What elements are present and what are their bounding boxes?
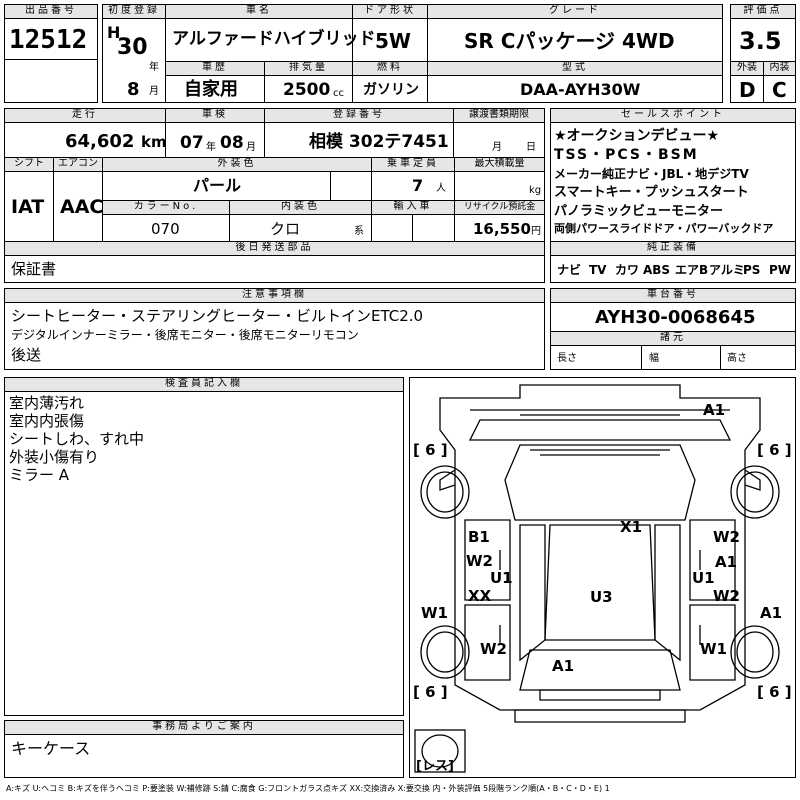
tire-tread-rear-left: [ 6 ] xyxy=(413,683,448,701)
damage-mark: XX xyxy=(468,587,492,605)
car-damage-diagram: [ 6 ] [ 6 ] [ 6 ] [ 6 ] [レス] A1 X1 B1 W2… xyxy=(413,384,792,774)
tire-tread-front-left: [ 6 ] xyxy=(413,441,448,459)
damage-mark: W1 xyxy=(421,604,448,622)
damage-mark: A1 xyxy=(552,657,574,675)
damage-mark: U1 xyxy=(692,569,715,587)
damage-marks: A1 X1 B1 W2 U1 XX W1 W2 A1 U3 W2 A1 U1 W… xyxy=(421,401,782,675)
spare-tire-label: [レス] xyxy=(416,759,454,774)
tire-tread-rear-right: [ 6 ] xyxy=(757,683,792,701)
damage-mark: W2 xyxy=(713,528,740,546)
damage-mark: W1 xyxy=(700,640,727,658)
legend: A:キズ U:ヘコミ B:キズを伴うヘコミ P:要塗装 W:補修跡 S:錆 C:… xyxy=(6,784,610,793)
damage-mark: A1 xyxy=(715,553,737,571)
damage-mark: U1 xyxy=(490,569,513,587)
damage-mark: A1 xyxy=(703,401,725,419)
damage-mark: U3 xyxy=(590,588,613,606)
damage-mark: W2 xyxy=(713,587,740,605)
damage-mark: W2 xyxy=(480,640,507,658)
damage-mark: W2 xyxy=(466,552,493,570)
damage-mark: A1 xyxy=(760,604,782,622)
damage-mark: X1 xyxy=(620,518,642,536)
tire-tread-front-right: [ 6 ] xyxy=(757,441,792,459)
damage-mark: B1 xyxy=(468,528,490,546)
